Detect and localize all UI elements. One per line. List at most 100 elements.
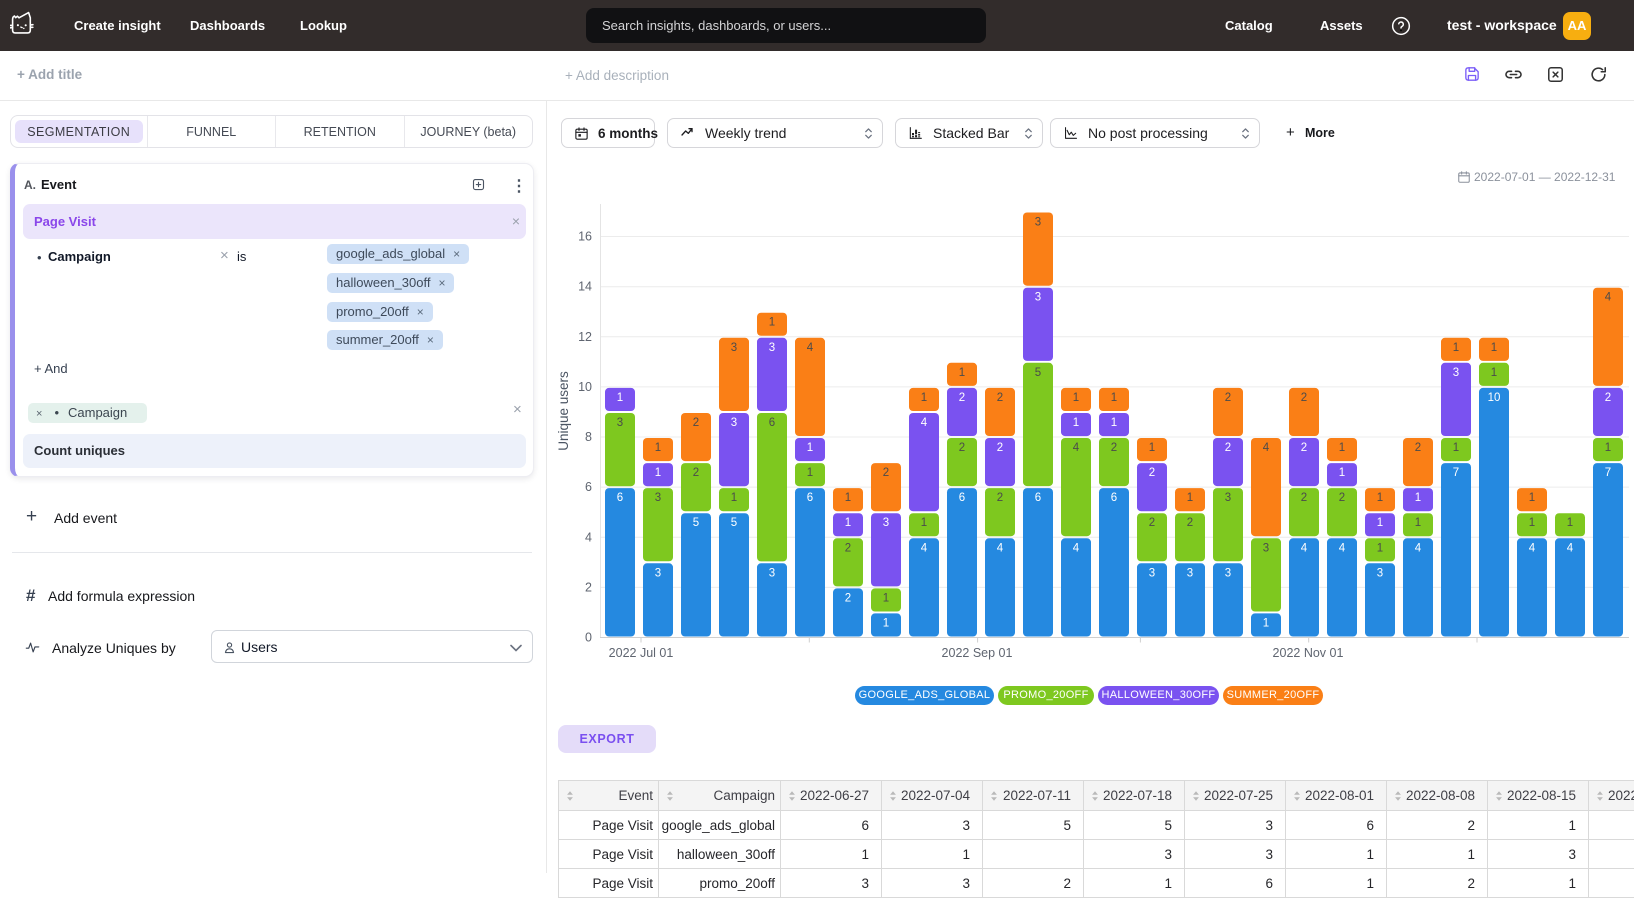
svg-text:5: 5	[1035, 367, 1041, 379]
svg-text:2: 2	[693, 417, 699, 429]
svg-text:2: 2	[1605, 392, 1611, 404]
svg-text:3: 3	[617, 417, 623, 429]
svg-text:2: 2	[1149, 467, 1155, 479]
svg-text:1: 1	[1377, 517, 1383, 529]
svg-text:6: 6	[807, 492, 813, 504]
svg-text:3: 3	[1187, 567, 1193, 579]
svg-text:2: 2	[1301, 492, 1307, 504]
svg-text:Unique users: Unique users	[556, 371, 571, 451]
svg-text:1: 1	[1339, 467, 1345, 479]
svg-text:2: 2	[1339, 492, 1345, 504]
svg-text:1: 1	[1377, 492, 1383, 504]
svg-text:6: 6	[1111, 492, 1117, 504]
svg-text:1: 1	[1529, 517, 1535, 529]
svg-text:1: 1	[1339, 442, 1345, 454]
svg-text:1: 1	[1491, 342, 1497, 354]
svg-text:6: 6	[1035, 492, 1041, 504]
svg-text:3: 3	[1225, 492, 1231, 504]
svg-text:6: 6	[585, 480, 592, 494]
svg-text:4: 4	[1415, 542, 1422, 554]
svg-text:3: 3	[1035, 217, 1041, 229]
svg-text:1: 1	[921, 517, 927, 529]
svg-text:1: 1	[1453, 442, 1459, 454]
svg-text:1: 1	[1111, 417, 1117, 429]
svg-text:1: 1	[1377, 542, 1383, 554]
svg-text:1: 1	[731, 492, 737, 504]
svg-text:6: 6	[769, 417, 775, 429]
svg-text:4: 4	[1301, 542, 1308, 554]
svg-text:7: 7	[1453, 467, 1459, 479]
svg-text:2: 2	[693, 467, 699, 479]
svg-text:1: 1	[883, 592, 889, 604]
svg-text:1: 1	[1111, 392, 1117, 404]
svg-text:3: 3	[883, 517, 889, 529]
svg-text:2: 2	[997, 492, 1003, 504]
svg-text:1: 1	[655, 442, 661, 454]
svg-text:2022 Jul 01: 2022 Jul 01	[609, 646, 674, 660]
svg-text:2: 2	[1301, 392, 1307, 404]
svg-text:2: 2	[845, 592, 851, 604]
svg-text:2: 2	[1301, 442, 1307, 454]
svg-text:4: 4	[1605, 292, 1612, 304]
svg-text:1: 1	[807, 467, 813, 479]
svg-text:4: 4	[921, 542, 928, 554]
svg-text:1: 1	[1605, 442, 1611, 454]
svg-text:3: 3	[1453, 367, 1459, 379]
svg-text:3: 3	[1263, 542, 1269, 554]
svg-text:4: 4	[1339, 542, 1346, 554]
svg-text:1: 1	[959, 367, 965, 379]
svg-text:3: 3	[769, 342, 775, 354]
svg-text:3: 3	[1035, 292, 1041, 304]
svg-text:1: 1	[1415, 517, 1421, 529]
svg-text:2022 Sep 01: 2022 Sep 01	[942, 646, 1013, 660]
svg-text:1: 1	[1453, 342, 1459, 354]
svg-text:3: 3	[1225, 567, 1231, 579]
svg-text:1: 1	[1529, 492, 1535, 504]
svg-text:5: 5	[731, 517, 737, 529]
svg-text:2: 2	[1415, 442, 1421, 454]
svg-text:10: 10	[578, 380, 592, 394]
svg-text:1: 1	[1567, 517, 1573, 529]
svg-text:1: 1	[1491, 367, 1497, 379]
svg-text:1: 1	[1187, 492, 1193, 504]
svg-text:3: 3	[1377, 567, 1383, 579]
svg-text:1: 1	[883, 617, 889, 629]
svg-text:10: 10	[1488, 392, 1501, 404]
svg-text:4: 4	[921, 417, 928, 429]
svg-text:4: 4	[997, 542, 1004, 554]
svg-text:3: 3	[655, 492, 661, 504]
svg-text:1: 1	[1073, 417, 1079, 429]
svg-text:4: 4	[1073, 542, 1080, 554]
svg-text:1: 1	[769, 317, 775, 329]
svg-text:8: 8	[585, 430, 592, 444]
svg-text:4: 4	[1263, 442, 1270, 454]
svg-text:4: 4	[585, 530, 592, 544]
svg-text:4: 4	[1567, 542, 1574, 554]
svg-text:3: 3	[731, 417, 737, 429]
svg-text:2: 2	[1111, 442, 1117, 454]
svg-text:4: 4	[1073, 442, 1080, 454]
svg-text:3: 3	[769, 567, 775, 579]
svg-text:3: 3	[1149, 567, 1155, 579]
svg-text:1: 1	[921, 392, 927, 404]
svg-text:6: 6	[959, 492, 965, 504]
svg-text:1: 1	[655, 467, 661, 479]
svg-text:12: 12	[578, 330, 592, 344]
svg-text:2: 2	[585, 580, 592, 594]
svg-text:1: 1	[1415, 492, 1421, 504]
svg-text:5: 5	[693, 517, 699, 529]
svg-text:16: 16	[578, 230, 592, 244]
svg-text:3: 3	[731, 342, 737, 354]
svg-text:6: 6	[617, 492, 623, 504]
svg-text:2: 2	[1149, 517, 1155, 529]
svg-text:2: 2	[883, 467, 889, 479]
svg-text:1: 1	[1263, 617, 1269, 629]
svg-text:2: 2	[1187, 517, 1193, 529]
svg-text:4: 4	[807, 342, 814, 354]
svg-text:2: 2	[959, 442, 965, 454]
svg-text:0: 0	[585, 631, 592, 645]
svg-text:1: 1	[845, 517, 851, 529]
svg-text:2: 2	[959, 392, 965, 404]
svg-text:2: 2	[997, 392, 1003, 404]
svg-text:1: 1	[1073, 392, 1079, 404]
